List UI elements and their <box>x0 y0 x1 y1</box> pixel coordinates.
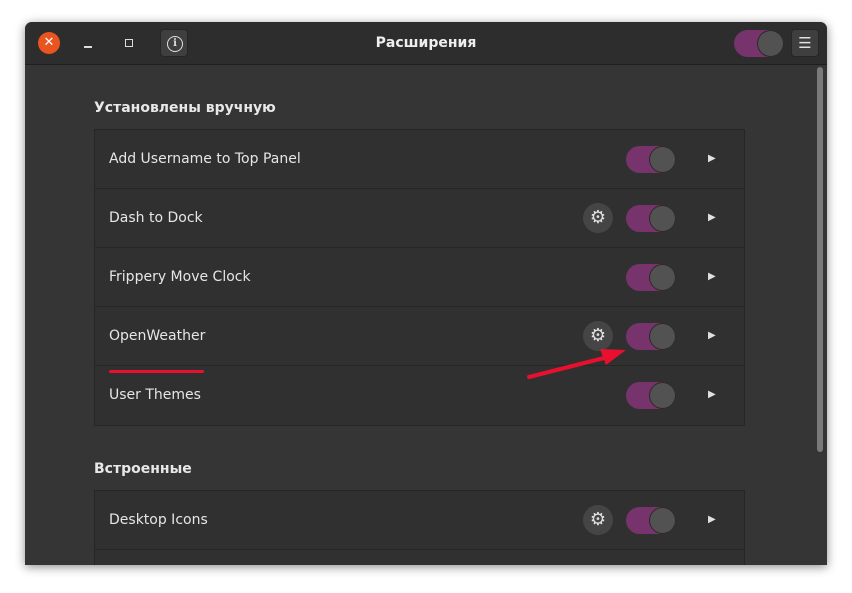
annotation-arrow <box>527 349 626 379</box>
